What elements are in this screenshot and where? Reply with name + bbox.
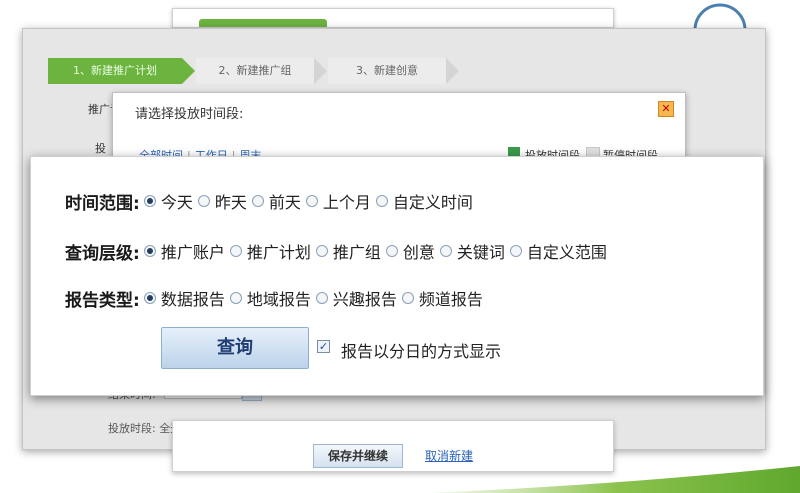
daily-checkbox-label: 报告以分日的方式显示: [341, 342, 502, 361]
option-label: 推广账户: [160, 243, 225, 262]
radio-icon[interactable]: [229, 292, 242, 304]
schedule-label: 投放时段:: [108, 422, 156, 435]
option-label: 数据报告: [160, 290, 225, 309]
radio-region-report[interactable]: 地域报告: [229, 286, 311, 310]
report-type-row: 报告类型: 数据报告 地域报告 兴趣报告 频道报告: [65, 286, 488, 311]
radio-checked-icon[interactable]: [143, 245, 156, 257]
radio-account[interactable]: 推广账户: [143, 239, 225, 263]
query-level-label: 查询层级:: [65, 243, 140, 264]
radio-plan[interactable]: 推广计划: [229, 239, 311, 263]
option-label: 地域报告: [246, 290, 311, 309]
step-new-creative[interactable]: 3、新建创意: [328, 58, 459, 84]
time-range-row: 时间范围: 今天 昨天 前天 上个月 自定义时间: [65, 189, 478, 214]
option-label: 自定义时间: [392, 193, 473, 212]
decorative-swoosh: [430, 466, 800, 493]
action-bar: 保存并继续 取消新建: [172, 420, 614, 472]
radio-icon[interactable]: [229, 245, 242, 257]
option-label: 今天: [160, 193, 193, 212]
radio-custom-scope[interactable]: 自定义范围: [509, 239, 607, 263]
option-label: 昨天: [214, 193, 247, 212]
step-new-group[interactable]: 2、新建推广组: [196, 58, 327, 84]
radio-interest-report[interactable]: 兴趣报告: [315, 286, 397, 310]
query-level-row: 查询层级: 推广账户 推广计划 推广组 创意 关键词 自定义范围: [65, 239, 612, 264]
cancel-new-link[interactable]: 取消新建: [425, 447, 473, 464]
option-label: 推广组: [332, 243, 381, 262]
step-new-plan[interactable]: 1、新建推广计划: [48, 58, 195, 84]
radio-icon[interactable]: [251, 195, 264, 207]
dialog-title: 请选择投放时间段:: [135, 107, 244, 122]
radio-checked-icon[interactable]: [143, 292, 156, 304]
time-range-label: 时间范围:: [65, 193, 140, 214]
radio-icon[interactable]: [385, 245, 398, 257]
daily-checkbox[interactable]: ✓: [317, 340, 330, 353]
radio-icon[interactable]: [315, 292, 328, 304]
background-card: [172, 8, 614, 28]
radio-checked-icon[interactable]: [143, 195, 156, 207]
radio-yesterday[interactable]: 昨天: [197, 189, 247, 213]
radio-icon[interactable]: [401, 292, 414, 304]
query-button[interactable]: 查询: [161, 327, 309, 369]
close-icon[interactable]: ✕: [658, 101, 674, 117]
radio-icon[interactable]: [439, 245, 452, 257]
radio-data-report[interactable]: 数据报告: [143, 286, 225, 310]
decorative-arc: [693, 3, 747, 30]
radio-keyword[interactable]: 关键词: [439, 239, 505, 263]
radio-day-before[interactable]: 前天: [251, 189, 301, 213]
time-period-dialog: 请选择投放时间段: ✕ 全部时间|工作日|周末 投放时间段 暂停时间段: [112, 92, 686, 164]
schedule-field-label: 投: [95, 142, 106, 155]
radio-icon[interactable]: [315, 245, 328, 257]
report-type-label: 报告类型:: [65, 290, 140, 311]
radio-icon[interactable]: [305, 195, 318, 207]
option-label: 频道报告: [418, 290, 483, 309]
radio-last-month[interactable]: 上个月: [305, 189, 371, 213]
radio-icon[interactable]: [197, 195, 210, 207]
option-label: 前天: [268, 193, 301, 212]
option-label: 上个月: [322, 193, 371, 212]
radio-channel-report[interactable]: 频道报告: [401, 286, 483, 310]
radio-icon[interactable]: [509, 245, 522, 257]
save-continue-button[interactable]: 保存并继续: [313, 444, 403, 468]
option-label: 推广计划: [246, 243, 311, 262]
option-label: 兴趣报告: [332, 290, 397, 309]
background-tab: [199, 19, 327, 27]
report-query-card: 时间范围: 今天 昨天 前天 上个月 自定义时间 查询层级: 推广账户 推广计划…: [30, 156, 764, 396]
radio-group[interactable]: 推广组: [315, 239, 381, 263]
radio-today[interactable]: 今天: [143, 189, 193, 213]
option-label: 关键词: [456, 243, 505, 262]
radio-creative[interactable]: 创意: [385, 239, 435, 263]
radio-custom-time[interactable]: 自定义时间: [375, 189, 473, 213]
radio-icon[interactable]: [375, 195, 388, 207]
option-label: 自定义范围: [526, 243, 607, 262]
option-label: 创意: [402, 243, 435, 262]
